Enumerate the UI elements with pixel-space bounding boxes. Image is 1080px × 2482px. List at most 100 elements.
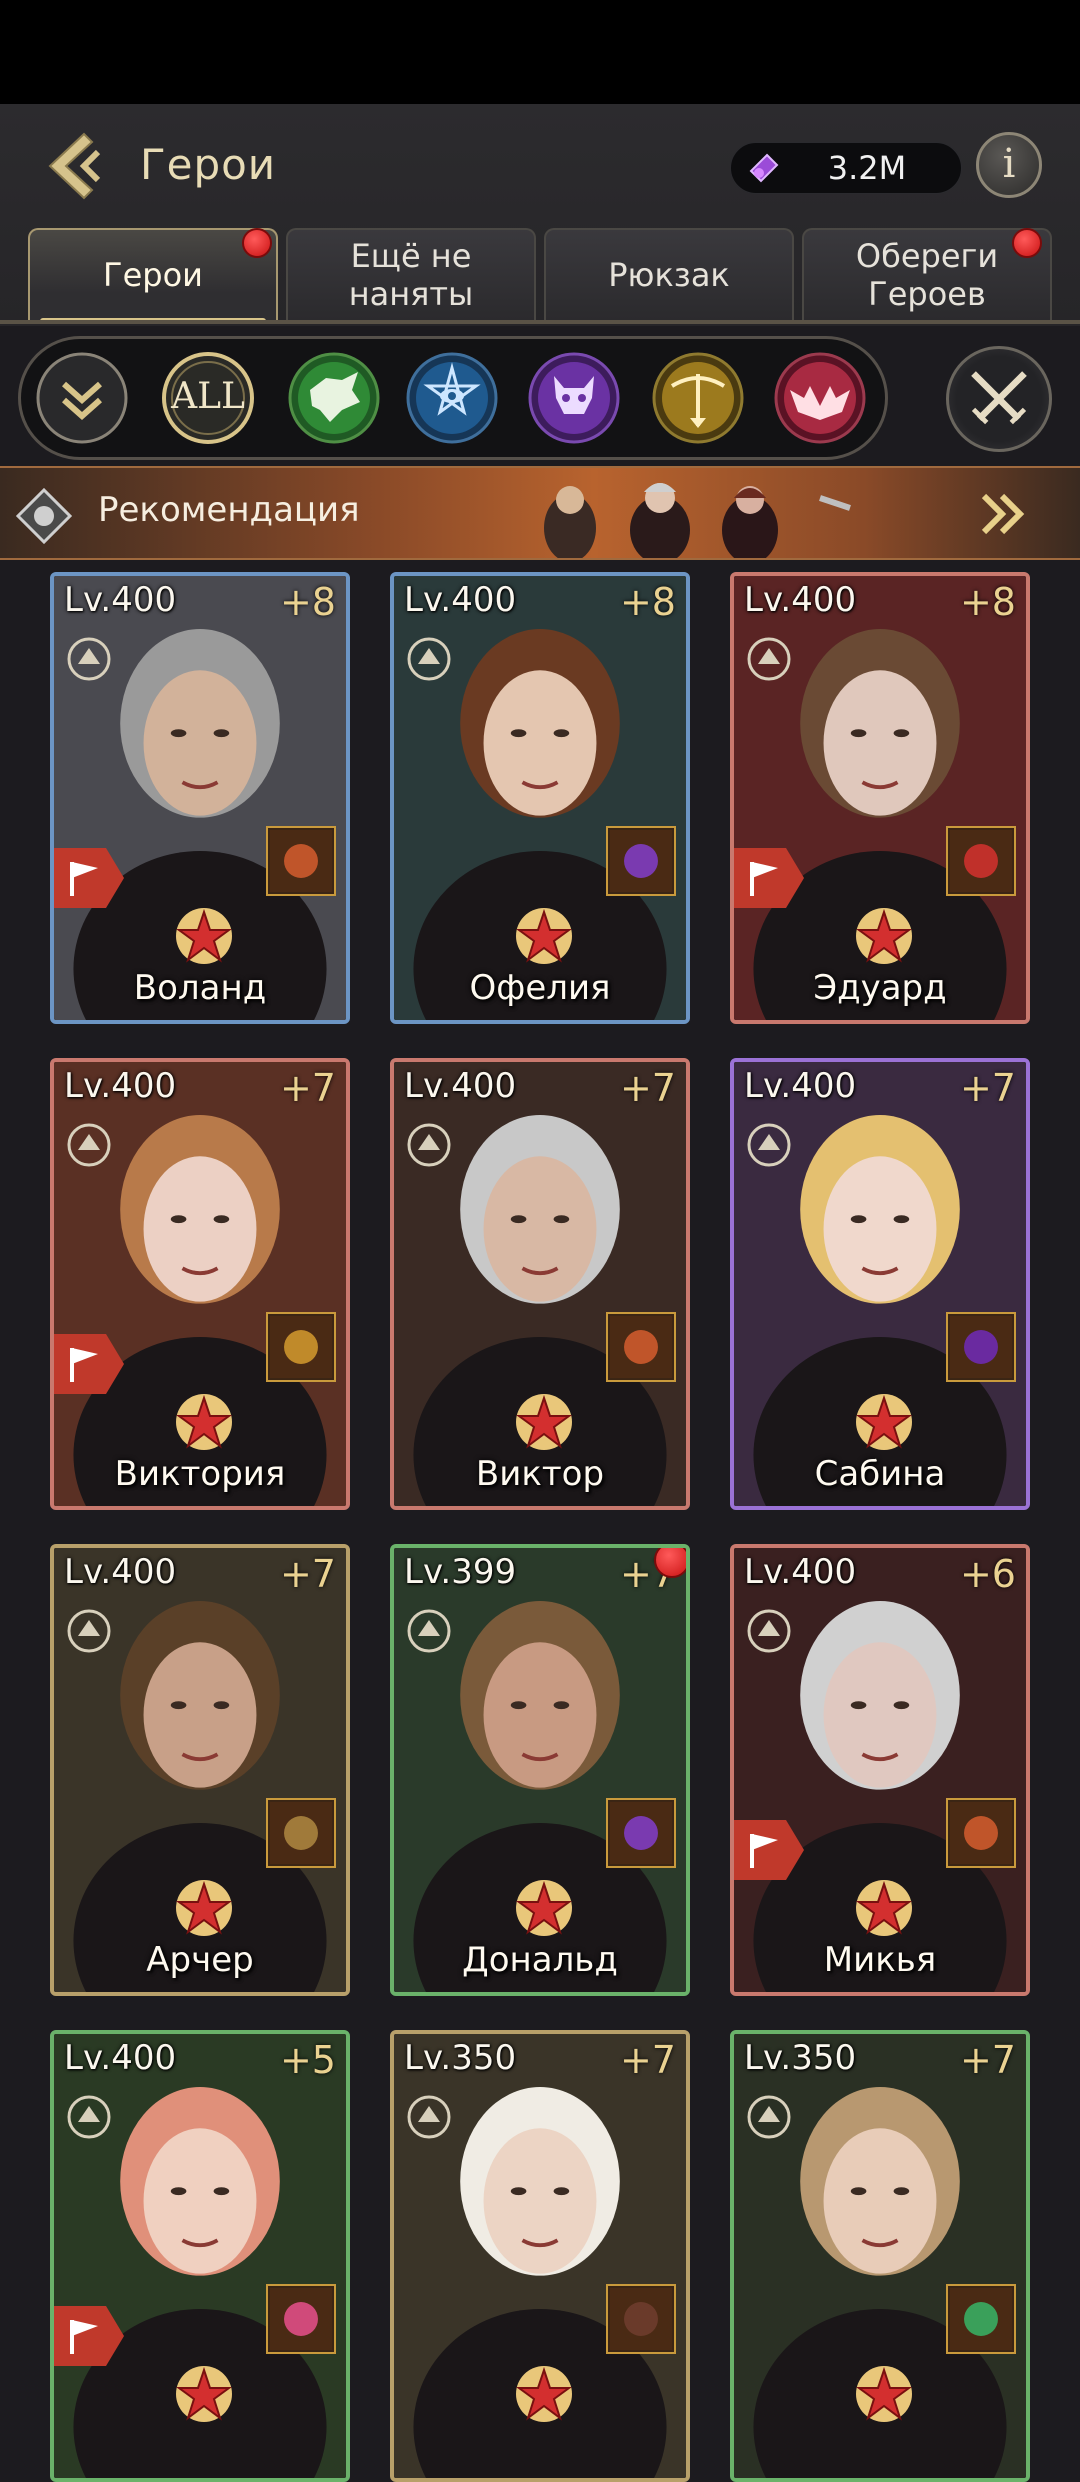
double-chevron-down-icon	[36, 352, 128, 444]
hero-card-7[interactable]: Lv.400 +7 Арчер	[50, 1544, 350, 1996]
deployed-flag-icon	[734, 848, 804, 908]
hero-star-plus: +6	[959, 1552, 1016, 1596]
hero-level: Lv.400	[64, 2038, 177, 2078]
star-rank-icon	[855, 1394, 913, 1450]
tab-backpack-label: Рюкзак	[608, 256, 730, 294]
hero-grid: Lv.400 +8 Воланд Lv.400 +8 Офелия Lv.400…	[0, 572, 1080, 2482]
recommendation-banner[interactable]: Рекомендация	[0, 466, 1080, 560]
star-rank-icon	[855, 2366, 913, 2422]
back-arrow-icon	[48, 132, 101, 200]
back-button[interactable]	[40, 126, 112, 206]
info-button[interactable]: i	[976, 132, 1042, 198]
hero-equipment-icon	[946, 826, 1016, 896]
hero-class-icon	[67, 637, 111, 681]
tab-backpack[interactable]: Рюкзак	[544, 228, 794, 320]
hero-equipment-icon	[266, 1798, 336, 1868]
hero-class-icon	[407, 637, 451, 681]
hero-level: Lv.399	[404, 1552, 517, 1592]
hero-equipment-icon	[266, 1312, 336, 1382]
hero-name: Дональд	[462, 1940, 618, 1980]
filter-all-label: ALL	[171, 376, 245, 417]
hero-card-8[interactable]: Lv.399 +7 Дональд	[390, 1544, 690, 1996]
hero-level: Lv.400	[64, 1552, 177, 1592]
deployed-flag-icon	[54, 2306, 124, 2366]
hero-star-plus: +7	[279, 1552, 336, 1596]
tab-amulets-notification-dot	[1012, 228, 1042, 258]
hero-card-10[interactable]: Lv.400 +5	[50, 2030, 350, 2482]
hero-star-plus: +7	[619, 1066, 676, 1110]
crossbow-icon	[652, 352, 744, 444]
hero-equipment-icon	[606, 1312, 676, 1382]
tab-not-hired-label: Ещё не наняты	[348, 237, 474, 313]
filter-demon-faction-button[interactable]	[526, 350, 622, 446]
hero-star-plus: +5	[279, 2038, 336, 2082]
bat-icon	[774, 352, 866, 444]
hero-card-2[interactable]: Lv.400 +8 Офелия	[390, 572, 690, 1024]
hero-card-1[interactable]: Lv.400 +8 Воланд	[50, 572, 350, 1024]
currency-display[interactable]: 3.2M	[730, 142, 962, 194]
filter-crossbow-faction-button[interactable]	[650, 350, 746, 446]
hero-class-icon	[67, 2095, 111, 2139]
tab-heroes[interactable]: Герои	[28, 228, 278, 324]
filter-bat-faction-button[interactable]	[772, 350, 868, 446]
demon-skull-icon	[528, 352, 620, 444]
hero-star-plus: +7	[279, 1066, 336, 1110]
hero-equipment-icon	[606, 826, 676, 896]
star-rank-icon	[515, 1880, 573, 1936]
deployed-flag-icon	[54, 1334, 124, 1394]
hero-star-plus: +7	[959, 1066, 1016, 1110]
hero-star-plus: +7	[959, 2038, 1016, 2082]
hero-star-plus: +8	[279, 580, 336, 624]
hero-class-icon	[67, 1609, 111, 1653]
filter-all-button[interactable]: ALL	[160, 350, 256, 446]
hero-name: Виктор	[475, 1454, 605, 1494]
hero-card-11[interactable]: Lv.350 +7	[390, 2030, 690, 2482]
hero-class-icon	[407, 1123, 451, 1167]
hero-equipment-icon	[606, 2284, 676, 2354]
star-rank-icon	[515, 908, 573, 964]
filter-wolf-faction-button[interactable]	[286, 350, 382, 446]
currency-value: 3.2M	[827, 149, 907, 187]
star-rank-icon	[175, 2366, 233, 2422]
hero-card-3[interactable]: Lv.400 +8 Эдуард	[730, 572, 1030, 1024]
hero-card-5[interactable]: Lv.400 +7 Виктор	[390, 1058, 690, 1510]
tab-divider	[0, 320, 1080, 324]
recommendation-icon	[16, 488, 72, 544]
filter-collapse-button[interactable]	[34, 350, 130, 446]
hero-class-icon	[407, 2095, 451, 2139]
star-rank-icon	[175, 1880, 233, 1936]
hero-level: Lv.400	[404, 580, 517, 620]
hero-star-plus: +8	[619, 580, 676, 624]
deployed-flag-icon	[734, 1820, 804, 1880]
hero-card-9[interactable]: Lv.400 +6 Микья	[730, 1544, 1030, 1996]
hero-card-6[interactable]: Lv.400 +7 Сабина	[730, 1058, 1030, 1510]
info-icon: i	[1002, 141, 1016, 187]
hero-name: Воланд	[133, 968, 267, 1008]
hero-level: Lv.400	[744, 1552, 857, 1592]
hero-class-icon	[747, 1123, 791, 1167]
hero-level: Lv.350	[744, 2038, 857, 2078]
hero-card-4[interactable]: Lv.400 +7 Виктория	[50, 1058, 350, 1510]
wolf-icon	[288, 352, 380, 444]
hero-star-plus: +8	[959, 580, 1016, 624]
hero-class-icon	[67, 1123, 111, 1167]
crossed-daggers-button[interactable]	[946, 346, 1052, 452]
star-rank-icon	[175, 1394, 233, 1450]
hero-level: Lv.350	[404, 2038, 517, 2078]
crossed-daggers-icon	[971, 371, 1027, 425]
hero-name: Эдуард	[813, 968, 947, 1008]
hero-equipment-icon	[946, 2284, 1016, 2354]
tab-heroes-label: Герои	[103, 256, 203, 294]
hero-name: Офелия	[469, 968, 611, 1008]
tab-heroes-notification-dot	[242, 228, 272, 258]
star-rank-icon	[855, 1880, 913, 1936]
hero-class-icon	[747, 1609, 791, 1653]
eye-star-icon	[406, 352, 498, 444]
double-chevron-right-icon	[981, 493, 1025, 535]
star-rank-icon	[515, 1394, 573, 1450]
filter-eye-faction-button[interactable]	[404, 350, 500, 446]
hero-class-icon	[747, 637, 791, 681]
hero-card-12[interactable]: Lv.350 +7	[730, 2030, 1030, 2482]
hero-equipment-icon	[606, 1798, 676, 1868]
tab-not-hired[interactable]: Ещё не наняты	[286, 228, 536, 320]
